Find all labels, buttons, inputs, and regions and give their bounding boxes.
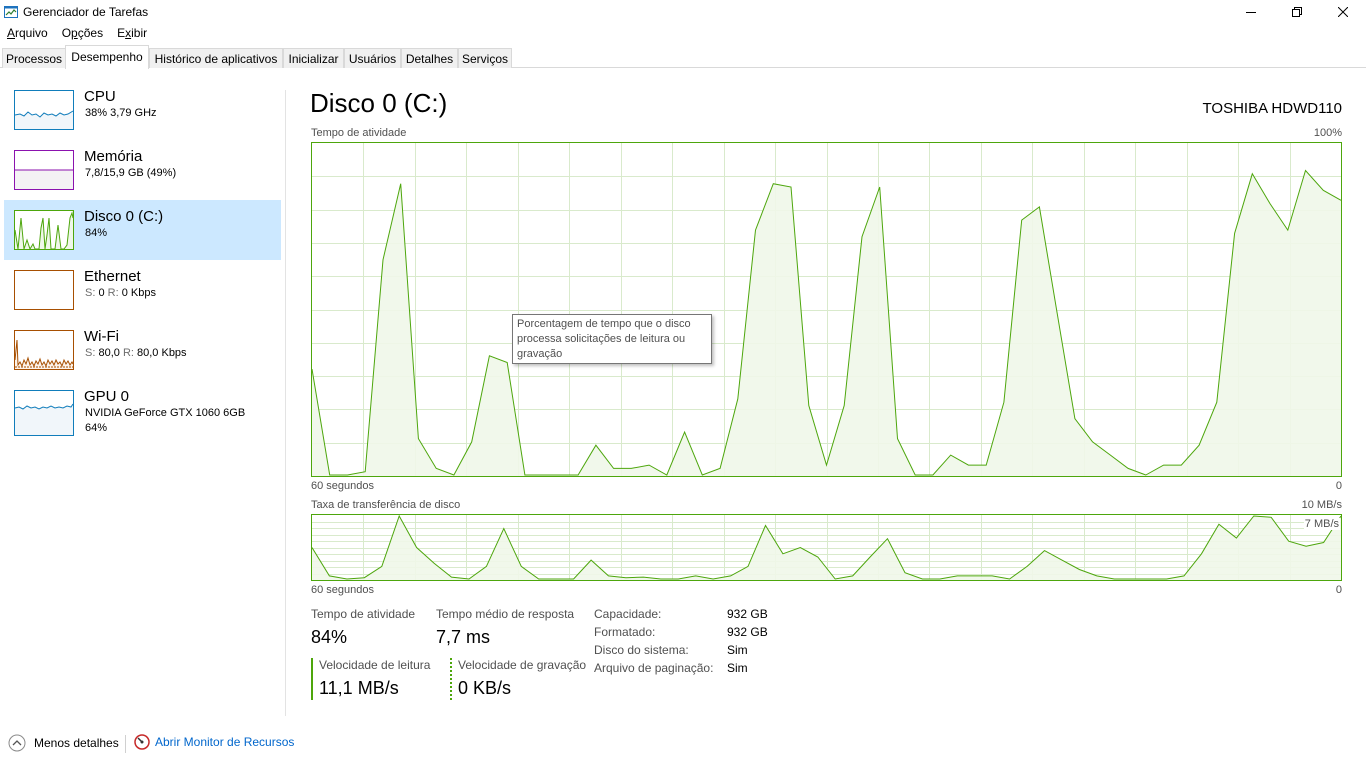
panel-divider [285,90,286,716]
menu-exibir[interactable]: Exibir [110,24,154,44]
ethernet-send-label: S: [85,287,96,299]
close-button[interactable] [1320,0,1366,24]
open-resource-monitor-link[interactable]: Abrir Monitor de Recursos [134,734,294,750]
cpu-thumbnail [14,90,74,130]
activity-chart-label: Tempo de atividade [311,127,407,139]
transfer-chart-min: 0 [1335,584,1342,596]
activity-chart-max: 100% [1313,127,1342,139]
sidebar-item-ethernet[interactable]: Ethernet S: 0 R: 0 Kbps [4,260,281,320]
prop-formatted-value: 932 GB [727,625,768,639]
sidebar-memory-usage: 7,8/15,9 GB (49%) [85,167,177,179]
minimize-icon [1246,12,1256,13]
tab-inicializar[interactable]: Inicializar [283,48,344,68]
tab-usuarios[interactable]: Usuários [344,48,401,68]
footer-separator [125,735,126,753]
sidebar-disk-name: Disco 0 (C:) [84,208,164,225]
page-title: Disco 0 (C:) [310,88,448,118]
transfer-chart-plot [312,515,1341,580]
disk-thumbnail [14,210,74,250]
transfer-chart: 7 MB/s [311,514,1342,581]
prop-formatted-key: Formatado: [594,625,656,639]
menu-arquivo[interactable]: Arquivo [0,24,55,44]
sidebar-item-memory[interactable]: Memória 7,8/15,9 GB (49%) [4,140,281,200]
title-bar: Gerenciador de Tarefas [0,0,1366,24]
sidebar-gpu-usage: 64% [85,422,108,434]
wifi-thumbnail [14,330,74,370]
chevron-up-circle-icon [8,734,26,752]
tab-strip: Processos Desempenho Histórico de aplica… [0,45,1366,69]
sidebar-gpu-name: GPU 0 [84,388,130,405]
sidebar-ethernet-throughput: S: 0 R: 0 Kbps [85,287,156,299]
ethernet-thumbnail [14,270,74,310]
sidebar-item-disk[interactable]: Disco 0 (C:) 84% [4,200,281,260]
restore-icon [1292,7,1302,17]
open-resource-monitor-label: Abrir Monitor de Recursos [155,735,295,749]
footer: Menos detalhes Abrir Monitor de Recursos [0,722,1366,768]
task-manager-icon [4,5,18,19]
read-speed: Velocidade de leitura 11,1 MB/s [311,658,441,700]
active-time-label: Tempo de atividade [311,607,416,621]
activity-chart-time: 60 segundos [311,480,374,492]
sidebar-disk-usage: 84% [85,227,108,239]
read-speed-value: 11,1 MB/s [319,678,399,698]
transfer-chart-max: 10 MB/s [1301,499,1342,511]
ethernet-receive-value: 0 Kbps [121,287,156,299]
fewer-details-button[interactable]: Menos detalhes [8,734,119,752]
fewer-details-label: Menos detalhes [34,736,119,750]
activity-chart-plot [312,143,1341,476]
read-speed-label: Velocidade de leitura [319,658,431,672]
write-speed: Velocidade de gravação 0 KB/s [450,658,586,700]
sidebar-item-cpu[interactable]: CPU 38% 3,79 GHz [4,80,281,140]
avg-response-label: Tempo médio de resposta [436,607,575,621]
ethernet-send-value: 0 [98,287,105,299]
prop-capacity-key: Capacidade: [594,607,662,621]
wifi-send-value: 80,0 [98,347,120,359]
sidebar-item-wifi[interactable]: Wi-Fi S: 80,0 R: 80,0 Kbps [4,320,281,380]
tab-historico[interactable]: Histórico de aplicativos [149,48,283,68]
memory-thumbnail [14,150,74,190]
tab-processos[interactable]: Processos [2,48,66,68]
restore-button[interactable] [1274,0,1320,24]
transfer-chart-time: 60 segundos [311,584,374,596]
activity-chart [311,142,1342,477]
active-time-value: 84% [311,627,348,647]
gpu-thumbnail [14,390,74,436]
write-speed-value: 0 KB/s [458,678,512,698]
transfer-chart-mid: 7 MB/s [1303,518,1340,530]
tab-servicos[interactable]: Serviços [458,48,512,68]
sidebar-memory-name: Memória [84,148,143,165]
device-model: TOSHIBA HDWD110 [1202,100,1342,117]
sidebar-gpu-model: NVIDIA GeForce GTX 1060 6GB [85,407,246,419]
sidebar-wifi-name: Wi-Fi [84,328,119,345]
avg-response-value: 7,7 ms [436,627,491,647]
wifi-send-label: S: [85,347,96,359]
prop-pagefile-key: Arquivo de paginação: [594,661,714,675]
sidebar-cpu-usage: 38% 3,79 GHz [85,107,157,119]
wifi-receive-value: 80,0 Kbps [137,347,187,359]
resource-sidebar: CPU 38% 3,79 GHz Memória 7,8/15,9 GB (49… [0,80,284,720]
prop-capacity-value: 932 GB [727,607,768,621]
prop-system-disk-value: Sim [727,643,748,657]
sidebar-wifi-throughput: S: 80,0 R: 80,0 Kbps [85,347,187,359]
sidebar-ethernet-name: Ethernet [84,268,141,285]
sidebar-item-gpu[interactable]: GPU 0 NVIDIA GeForce GTX 1060 6GB 64% [4,380,281,440]
sidebar-cpu-name: CPU [84,88,116,105]
minimize-button[interactable] [1228,0,1274,24]
prop-pagefile-value: Sim [727,661,748,675]
wifi-receive-label: R: [122,347,134,359]
close-icon [1338,7,1348,17]
activity-chart-min: 0 [1335,480,1342,492]
activity-tooltip: Porcentagem de tempo que o disco process… [512,314,712,364]
menu-bar: Arquivo Opções Exibir [0,24,154,44]
ethernet-receive-label: R: [107,287,119,299]
transfer-chart-label: Taxa de transferência de disco [311,499,461,511]
write-speed-label: Velocidade de gravação [458,658,587,672]
prop-system-disk-key: Disco do sistema: [594,643,689,657]
window-title: Gerenciador de Tarefas [23,5,149,19]
menu-opcoes[interactable]: Opções [55,24,110,44]
tab-desempenho[interactable]: Desempenho [65,45,149,69]
resource-monitor-icon [134,734,150,750]
tab-detalhes[interactable]: Detalhes [401,48,458,68]
